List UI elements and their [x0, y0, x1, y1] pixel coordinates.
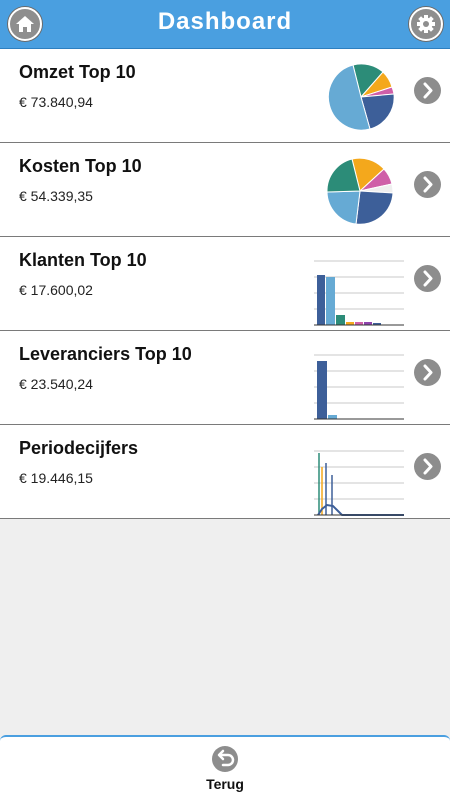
pie-chart-thumbnail: [327, 63, 395, 131]
chevron-right-icon: [423, 458, 433, 475]
chevron-right-button[interactable]: [414, 77, 441, 104]
chevron-right-button[interactable]: [414, 453, 441, 480]
list-item-omzet[interactable]: Omzet Top 10 € 73.840,94: [0, 49, 450, 143]
dashboard-list: Omzet Top 10 € 73.840,94 Kosten Top 10 €…: [0, 49, 450, 519]
item-value: € 19.446,15: [19, 470, 93, 486]
gear-icon: [417, 15, 435, 33]
app-header: Dashboard: [0, 0, 450, 49]
bar-chart-thumbnail: [314, 260, 404, 326]
list-item-periodecijfers[interactable]: Periodecijfers € 19.446,15: [0, 425, 450, 519]
item-value: € 17.600,02: [19, 282, 93, 298]
line-chart-thumbnail: [314, 450, 404, 516]
item-title: Leveranciers Top 10: [19, 344, 192, 364]
item-title: Klanten Top 10: [19, 250, 147, 270]
chevron-right-button[interactable]: [414, 171, 441, 198]
bar-chart-thumbnail: [314, 354, 404, 420]
item-title: Kosten Top 10: [19, 156, 142, 176]
item-value: € 54.339,35: [19, 188, 93, 204]
settings-button[interactable]: [409, 7, 443, 41]
undo-icon: [212, 746, 238, 772]
chevron-right-button[interactable]: [414, 265, 441, 292]
chevron-right-button[interactable]: [414, 359, 441, 386]
item-title: Omzet Top 10: [19, 62, 136, 82]
back-button[interactable]: Terug: [195, 741, 255, 797]
list-item-kosten[interactable]: Kosten Top 10 € 54.339,35: [0, 143, 450, 237]
list-item-klanten[interactable]: Klanten Top 10 € 17.600,02: [0, 237, 450, 331]
item-value: € 73.840,94: [19, 94, 93, 110]
chevron-right-icon: [423, 270, 433, 287]
pie-chart-thumbnail: [326, 157, 394, 225]
item-title: Periodecijfers: [19, 438, 139, 458]
chevron-right-icon: [423, 82, 433, 99]
bottom-toolbar: Terug: [0, 735, 450, 800]
chevron-right-icon: [423, 176, 433, 193]
list-item-leveranciers[interactable]: Leveranciers Top 10 € 23.540,24: [0, 331, 450, 425]
back-label: Terug: [206, 776, 244, 792]
page-title: Dashboard: [157, 8, 293, 35]
item-value: € 23.540,24: [19, 376, 93, 392]
chevron-right-icon: [423, 364, 433, 381]
